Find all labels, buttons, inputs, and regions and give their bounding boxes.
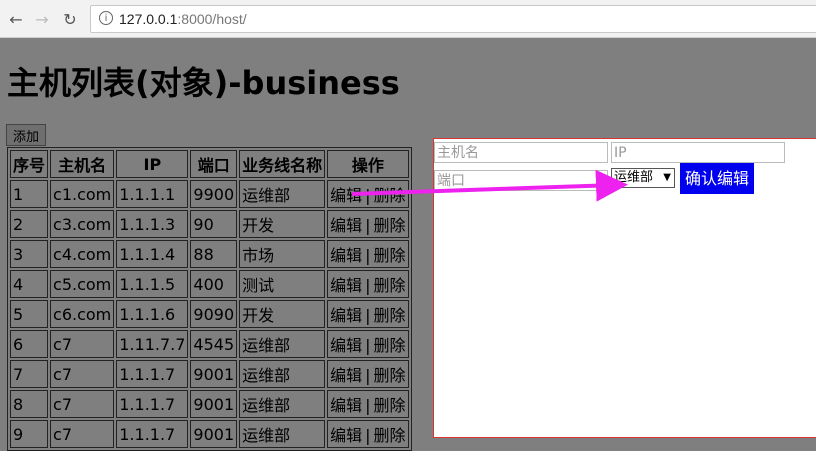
action-separator: | (365, 426, 371, 445)
delete-link[interactable]: 删除 (374, 426, 406, 445)
annotation-arrow-line (351, 169, 628, 202)
edit-link[interactable]: 编辑 (330, 426, 362, 445)
annotation-arrow (351, 169, 628, 202)
